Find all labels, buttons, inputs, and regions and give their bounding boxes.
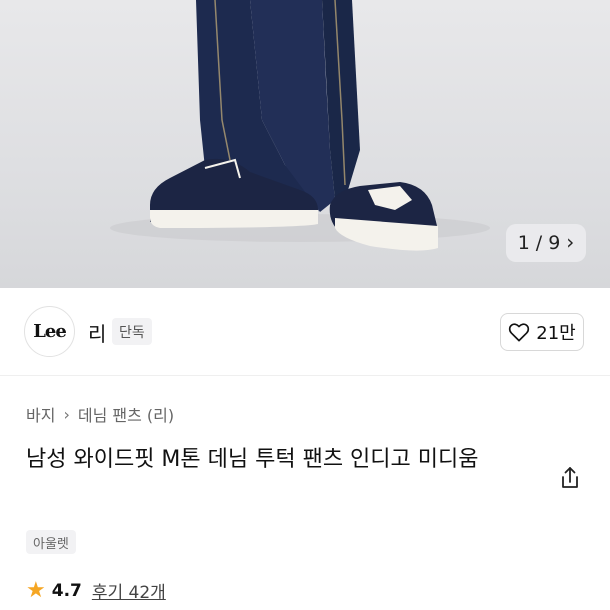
breadcrumb: 바지 › 데님 팬츠 (리): [26, 402, 174, 426]
chevron-right-icon[interactable]: ›: [566, 232, 574, 252]
brand-row: Lee 리 단독 21만: [0, 302, 610, 360]
brand-name[interactable]: 리: [88, 318, 106, 347]
product-title: 남성 와이드핏 M톤 데님 투턱 팬츠 인디고 미디움: [26, 447, 479, 472]
like-count: 21만: [536, 323, 576, 344]
rating-score: 4.7: [51, 580, 82, 601]
like-button[interactable]: 21만: [500, 313, 584, 351]
brand-logo-text: Lee: [33, 321, 67, 342]
counter-separator: /: [535, 232, 543, 254]
section-divider: [0, 375, 610, 376]
heart-outline-icon: [509, 323, 530, 342]
breadcrumb-item-pants[interactable]: 바지: [26, 402, 55, 426]
brand-logo[interactable]: Lee: [24, 306, 75, 357]
outlet-tag: 아울렛: [26, 530, 76, 554]
exclusive-badge: 단독: [112, 318, 152, 345]
star-icon: ★: [26, 577, 46, 603]
counter-current: 1: [517, 232, 530, 254]
counter-total: 9: [548, 232, 561, 254]
review-count-link[interactable]: 후기 42개: [92, 578, 166, 603]
share-icon[interactable]: [557, 465, 583, 491]
product-image-gallery[interactable]: 1 / 9 ›: [0, 0, 610, 288]
chevron-right-icon: ›: [63, 404, 70, 424]
rating-summary: ★ 4.7 후기 42개: [26, 578, 166, 603]
image-counter[interactable]: 1 / 9 ›: [506, 224, 586, 262]
breadcrumb-item-denim-pants[interactable]: 데님 팬츠 (리): [78, 402, 174, 426]
